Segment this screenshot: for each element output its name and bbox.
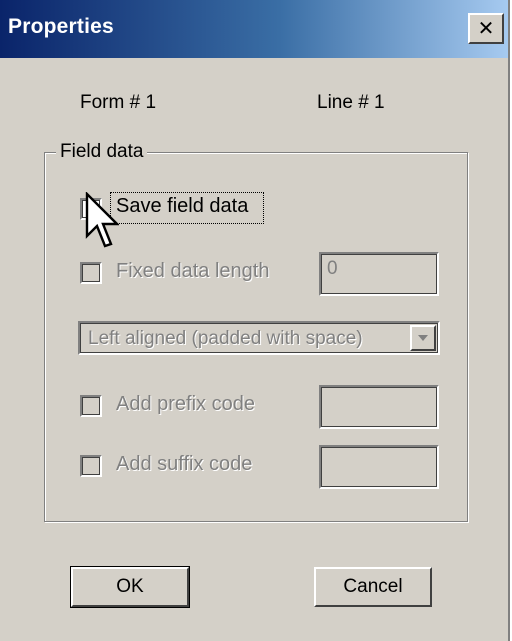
fixed-data-length-checkbox[interactable] (80, 262, 102, 284)
ok-button[interactable]: OK (70, 566, 190, 608)
close-icon: ✕ (477, 17, 495, 40)
add-suffix-code-checkbox[interactable] (80, 455, 102, 477)
alignment-dropdown-button[interactable] (410, 325, 436, 351)
add-suffix-code-label[interactable]: Add suffix code (116, 453, 252, 476)
fixed-data-length-label[interactable]: Fixed data length (116, 260, 269, 283)
form-number-label: Form # 1 (80, 92, 157, 113)
alignment-select[interactable]: Left aligned (padded with space) (78, 321, 440, 355)
save-field-data-checkbox[interactable] (80, 198, 102, 220)
prefix-code-input[interactable] (319, 385, 439, 429)
close-button[interactable]: ✕ (468, 13, 504, 44)
properties-dialog: Properties ✕ Form # 1 Line # 1 Field dat… (0, 0, 510, 641)
cancel-button-label: Cancel (343, 576, 403, 597)
suffix-code-input[interactable] (319, 445, 439, 489)
save-field-data-label[interactable]: Save field data (116, 195, 248, 218)
ok-button-label: OK (116, 576, 144, 597)
add-prefix-code-checkbox[interactable] (80, 395, 102, 417)
add-prefix-code-label[interactable]: Add prefix code (116, 393, 255, 416)
cancel-button[interactable]: Cancel (314, 567, 432, 607)
fixed-data-length-input[interactable]: 0 (319, 252, 439, 296)
chevron-down-icon (418, 335, 428, 341)
line-number-label: Line # 1 (317, 92, 385, 113)
alignment-select-value: Left aligned (padded with space) (88, 328, 363, 349)
title-bar[interactable]: Properties ✕ (0, 0, 508, 58)
window-title: Properties (8, 15, 114, 38)
field-data-group-label: Field data (56, 141, 148, 163)
